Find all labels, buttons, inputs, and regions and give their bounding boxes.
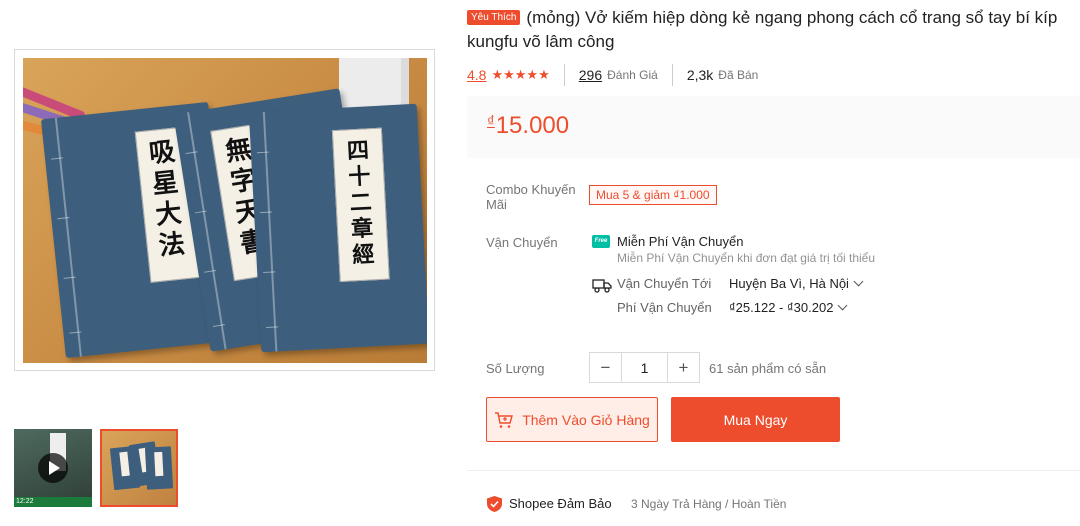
cart-icon: [495, 411, 514, 428]
rating-score[interactable]: 4.8: [467, 67, 486, 83]
price-value: 15.000: [495, 112, 570, 139]
combo-tag[interactable]: Mua 5 & giảm ₫1.000: [589, 185, 717, 205]
add-to-cart-button[interactable]: Thêm Vào Giỏ Hàng: [486, 397, 658, 442]
ship-to-dropdown[interactable]: Huyện Ba Vì, Hà Nội: [729, 276, 864, 291]
favorite-badge: Yêu Thích: [467, 10, 521, 25]
price-box: ₫ 15.000: [467, 96, 1080, 158]
thumbnail-photo-selected[interactable]: [100, 429, 178, 507]
section-divider: [467, 470, 1080, 471]
rating-row: 4.8 ★★★★★ 296 Đánh Giá 2,3k Đã Bán: [467, 64, 758, 86]
mini-book: [144, 446, 174, 490]
guarantee-text: 3 Ngày Trả Hàng / Hoàn Tiền: [631, 497, 787, 511]
shipping-label: Vận Chuyển: [486, 235, 558, 250]
free-shipping-icon: Free: [592, 235, 610, 248]
sold-count: 2,3k: [686, 67, 714, 83]
product-title-text: (mỏng) Vở kiếm hiệp dòng kẻ ngang phong …: [467, 8, 1058, 51]
shield-icon: [487, 496, 502, 512]
increase-button[interactable]: +: [668, 353, 699, 382]
decrease-button[interactable]: −: [590, 353, 621, 382]
notebook-3: 四十二章經: [248, 103, 427, 353]
video-time: 12:22: [16, 498, 34, 505]
stock-available: 61 sản phẩm có sẵn: [709, 361, 827, 376]
divider: [563, 64, 565, 86]
main-product-image[interactable]: 吸星大法 無字天書 四十二章經: [14, 49, 435, 371]
chevron-down-icon: [837, 300, 848, 311]
ship-to-label: Vận Chuyển Tới: [617, 276, 712, 291]
add-to-cart-label: Thêm Vào Giỏ Hàng: [522, 411, 650, 428]
product-photo: 吸星大法 無字天書 四十二章經: [23, 58, 427, 363]
star-rating-icon: ★★★★★: [491, 67, 550, 82]
shipping-fee-dropdown[interactable]: ₫25.122 - ₫30.202: [729, 300, 848, 315]
guarantee-title[interactable]: Shopee Đảm Bảo: [509, 496, 612, 511]
ship-to-value: Huyện Ba Vì, Hà Nội: [729, 276, 849, 291]
chevron-down-icon: [853, 276, 864, 287]
product-title: Yêu Thích (mỏng) Vở kiếm hiệp dòng kẻ nga…: [467, 6, 1077, 54]
free-shipping-subtitle: Miễn Phí Vận Chuyển khi đơn đạt giá trị …: [617, 251, 876, 265]
quantity-label: Số Lượng: [486, 361, 545, 376]
reviews-count[interactable]: 296: [579, 67, 602, 83]
buy-now-button[interactable]: Mua Ngay: [671, 397, 840, 442]
thumbnail-video[interactable]: 12:22: [14, 429, 92, 507]
book-label: 四十二章經: [331, 127, 390, 283]
quantity-input[interactable]: 1: [621, 353, 668, 382]
sold-label: Đã Bán: [718, 68, 759, 82]
shipping-fee-label: Phí Vận Chuyển: [617, 300, 712, 315]
shipping-fee-value: ₫25.122 - ₫30.202: [729, 300, 834, 315]
quantity-stepper: − 1 +: [589, 352, 700, 383]
price: ₫ 15.000: [487, 112, 569, 140]
free-shipping-title: Miễn Phí Vận Chuyển: [617, 234, 744, 249]
reviews-label: Đánh Giá: [607, 68, 658, 82]
currency-symbol: ₫: [487, 113, 495, 130]
truck-icon: [592, 279, 612, 293]
divider: [671, 64, 673, 86]
combo-label: Combo Khuyến Mãi: [486, 182, 576, 212]
product-page: 吸星大法 無字天書 四十二章經 12:22 Yêu Thích (mỏng) V…: [0, 0, 1080, 526]
play-icon[interactable]: [38, 453, 68, 483]
